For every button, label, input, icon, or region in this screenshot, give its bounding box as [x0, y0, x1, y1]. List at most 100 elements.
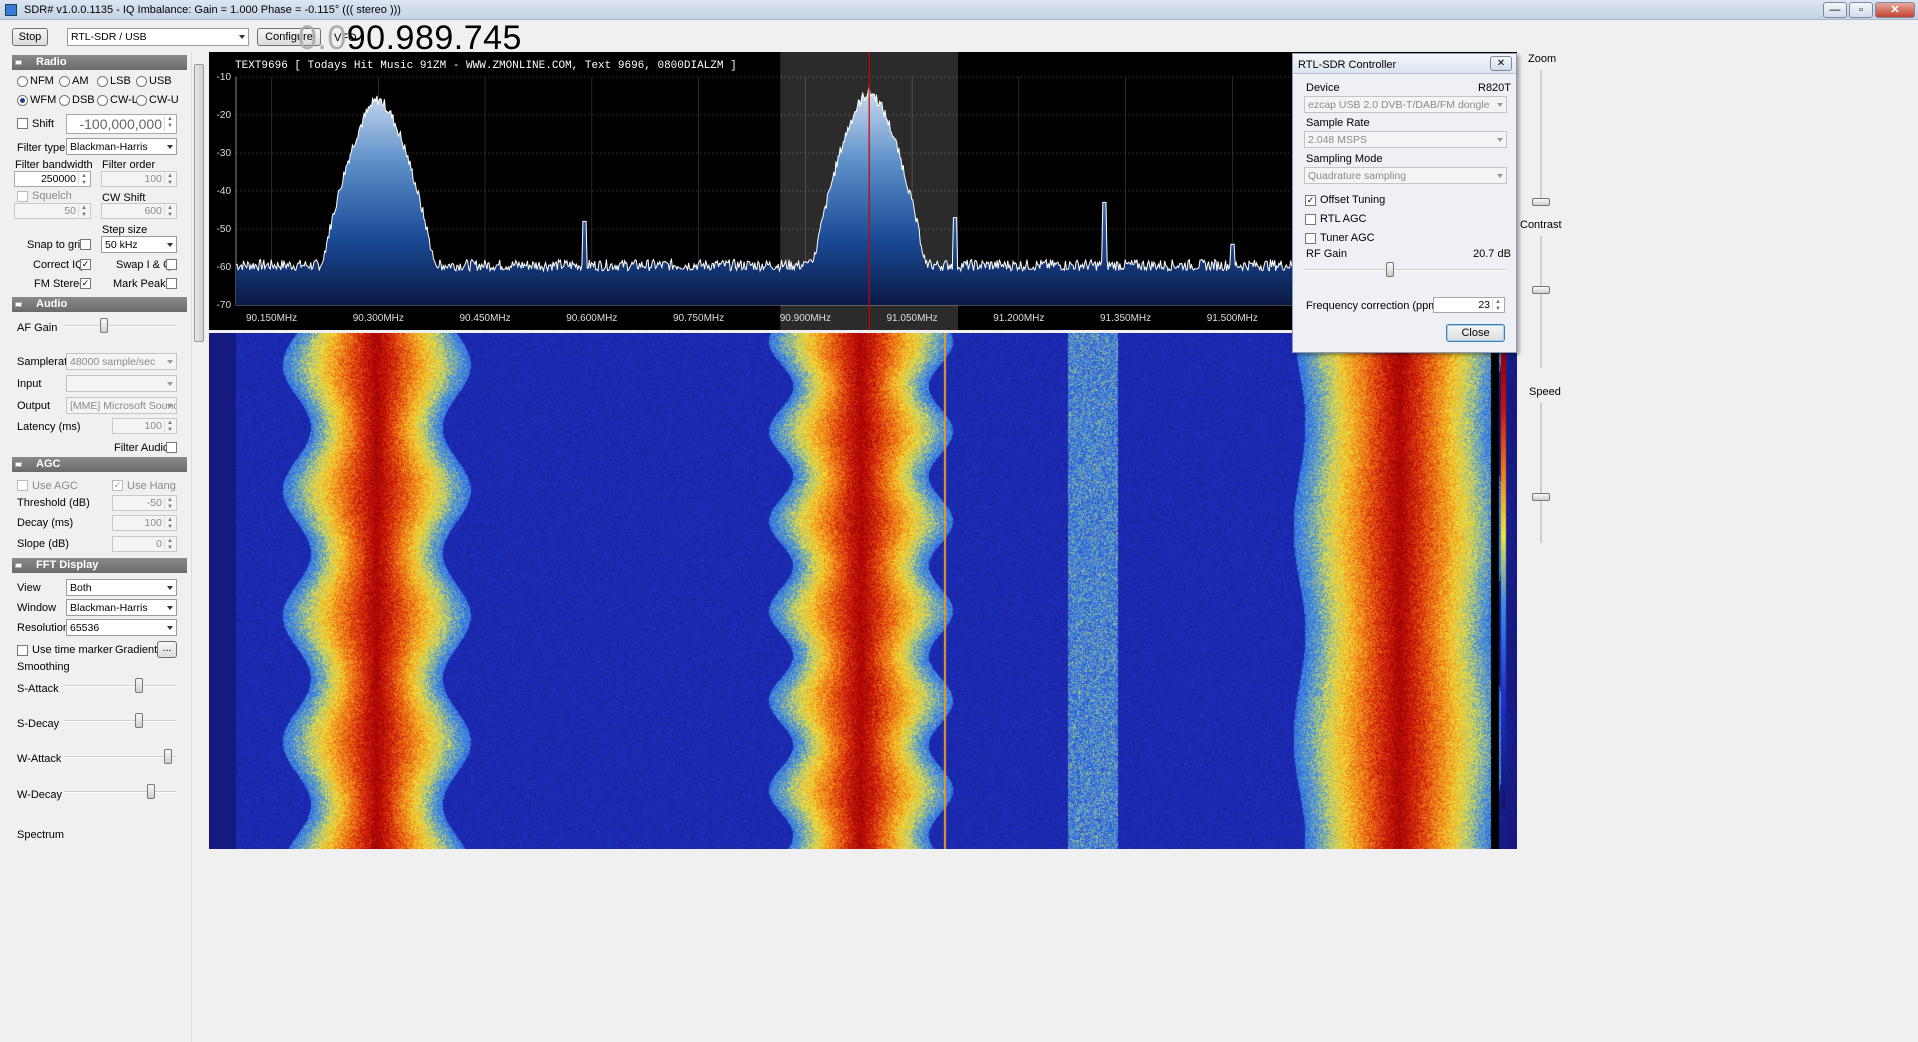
mode-radio-dsb[interactable] [59, 95, 70, 106]
mode-label-cw-l: CW-L [110, 94, 138, 106]
section-agc[interactable]: AGC [12, 457, 187, 472]
device-label: Device [1306, 82, 1340, 94]
step-size-label: Step size [102, 224, 148, 236]
use-agc-checkbox[interactable] [17, 480, 28, 491]
mode-radio-am[interactable] [59, 76, 70, 87]
rtl-agc-checkbox[interactable] [1305, 214, 1316, 225]
snap-to-grid-label: Snap to grid [27, 239, 87, 251]
squelch-input[interactable]: 50 ▲ ▼ [14, 203, 91, 219]
window-select[interactable]: Blackman-Harris [66, 599, 177, 616]
time-marker-label: Use time marker [32, 644, 113, 656]
panel-scrollbar[interactable] [191, 52, 205, 1042]
source-select[interactable]: RTL-SDR / USB [67, 28, 249, 46]
filter-bandwidth-input[interactable]: 250000 ▲ ▼ [14, 171, 91, 187]
zoom-slider[interactable] [1519, 66, 1566, 206]
speed-slider[interactable] [1519, 399, 1566, 549]
speed-label: Speed [1529, 386, 1561, 398]
x-tick-label: 90.600MHz [566, 313, 617, 324]
device-select[interactable]: ezcap USB 2.0 DVB-T/DAB/FM dongle [1304, 96, 1507, 113]
section-radio[interactable]: Radio [12, 55, 187, 70]
waterfall-canvas[interactable] [209, 333, 1517, 849]
output-select[interactable]: [MME] Microsoft Sound [66, 397, 177, 414]
swap-iq-checkbox[interactable] [166, 259, 177, 270]
section-audio[interactable]: Audio [12, 297, 187, 312]
w-decay-label: W-Decay [17, 789, 63, 801]
contrast-slider[interactable] [1519, 232, 1566, 372]
offset-tuning-checkbox[interactable]: ✓ [1305, 195, 1316, 206]
dialog-close-button[interactable]: Close [1446, 324, 1505, 342]
contrast-label: Contrast [1520, 219, 1562, 231]
sample-rate-label: Sample Rate [1306, 117, 1370, 129]
af-gain-slider[interactable] [64, 317, 176, 335]
rf-gain-slider[interactable] [1304, 261, 1507, 279]
filter-type-select[interactable]: Blackman-Harris [66, 138, 177, 155]
mode-radio-cw-l[interactable] [97, 95, 108, 106]
window-title: SDR# v1.0.0.1135 - IQ Imbalance: Gain = … [24, 4, 401, 16]
y-tick-label: -70 [217, 300, 232, 311]
threshold-label: Threshold (dB) [17, 497, 90, 509]
w-decay-slider[interactable] [64, 783, 176, 801]
filter-order-input[interactable]: 100 ▲ ▼ [101, 171, 177, 187]
step-size-select[interactable]: 50 kHz [101, 236, 177, 253]
device-tuner: R820T [1478, 82, 1512, 94]
mode-radio-cw-u[interactable] [136, 95, 147, 106]
latency-input[interactable]: 100 ▲ ▼ [112, 418, 177, 434]
view-select[interactable]: Both [66, 579, 177, 596]
time-marker-checkbox[interactable] [17, 645, 28, 656]
decay-input[interactable]: 100 ▲ ▼ [112, 515, 177, 531]
threshold-input[interactable]: -50 ▲ ▼ [112, 495, 177, 511]
mode-radio-usb[interactable] [136, 76, 147, 87]
w-attack-slider[interactable] [64, 748, 176, 766]
gradient-button[interactable]: ... [157, 641, 177, 658]
minimize-button[interactable]: — [1823, 2, 1847, 18]
s-decay-slider[interactable] [64, 712, 176, 730]
slope-input[interactable]: 0 ▲ ▼ [112, 536, 177, 552]
sample-rate-select[interactable]: 2.048 MSPS [1304, 131, 1507, 148]
squelch-label: Squelch [32, 190, 72, 202]
rds-text: TEXT9696 [ Todays Hit Music 91ZM - WWW.Z… [235, 60, 737, 72]
sampling-mode-select[interactable]: Quadrature sampling [1304, 167, 1507, 184]
input-select[interactable] [66, 375, 177, 392]
shift-value-input[interactable]: -100,000,000 ▲ ▼ [66, 114, 177, 134]
rtl-agc-label: RTL AGC [1320, 213, 1367, 225]
decay-label: Decay (ms) [17, 517, 74, 529]
maximize-button[interactable]: ▫ [1849, 2, 1873, 18]
stop-button[interactable]: Stop [12, 28, 48, 46]
cw-shift-input[interactable]: 600 ▲ ▼ [101, 203, 177, 219]
frequency-correction-input[interactable]: 23 ▲ ▼ [1433, 297, 1505, 313]
samplerate-select[interactable]: 48000 sample/sec [66, 353, 177, 370]
use-hang-checkbox[interactable]: ✓ [112, 480, 123, 491]
filter-audio-checkbox[interactable] [166, 442, 177, 453]
snap-to-grid-checkbox[interactable] [80, 239, 91, 250]
shift-checkbox[interactable] [17, 118, 28, 129]
s-attack-slider[interactable] [64, 677, 176, 695]
input-label: Input [17, 378, 42, 390]
tuner-agc-checkbox[interactable] [1305, 233, 1316, 244]
dialog-close-icon[interactable]: ✕ [1490, 56, 1512, 71]
fm-stereo-checkbox[interactable]: ✓ [80, 278, 91, 289]
samplerate-label: Samplerate [17, 356, 74, 368]
waterfall-display[interactable] [209, 333, 1517, 849]
output-label: Output [17, 400, 51, 412]
s-decay-label: S-Decay [17, 718, 60, 730]
correct-iq-checkbox[interactable]: ✓ [80, 259, 91, 270]
mode-label-usb: USB [149, 75, 172, 87]
zoom-label: Zoom [1528, 53, 1557, 65]
x-tick-label: 90.300MHz [353, 313, 404, 324]
window-label: Window [17, 602, 57, 614]
scrollbar-thumb[interactable] [194, 64, 204, 342]
resolution-select[interactable]: 65536 [66, 619, 177, 636]
mode-radio-lsb[interactable] [97, 76, 108, 87]
section-fft-display[interactable]: FFT Display [12, 558, 187, 573]
dialog-title: RTL-SDR Controller [1298, 59, 1397, 71]
y-tick-label: -50 [217, 224, 232, 235]
mode-radio-wfm[interactable] [17, 95, 28, 106]
squelch-checkbox[interactable] [17, 191, 28, 202]
mark-peaks-label: Mark Peaks [113, 278, 172, 290]
x-tick-label: 91.350MHz [1100, 313, 1151, 324]
mark-peaks-checkbox[interactable] [166, 278, 177, 289]
title-bar: SDR# v1.0.0.1135 - IQ Imbalance: Gain = … [0, 0, 1918, 20]
close-button[interactable]: ✕ [1875, 2, 1915, 18]
filter-audio-label: Filter Audio [114, 442, 170, 454]
mode-radio-nfm[interactable] [17, 76, 28, 87]
